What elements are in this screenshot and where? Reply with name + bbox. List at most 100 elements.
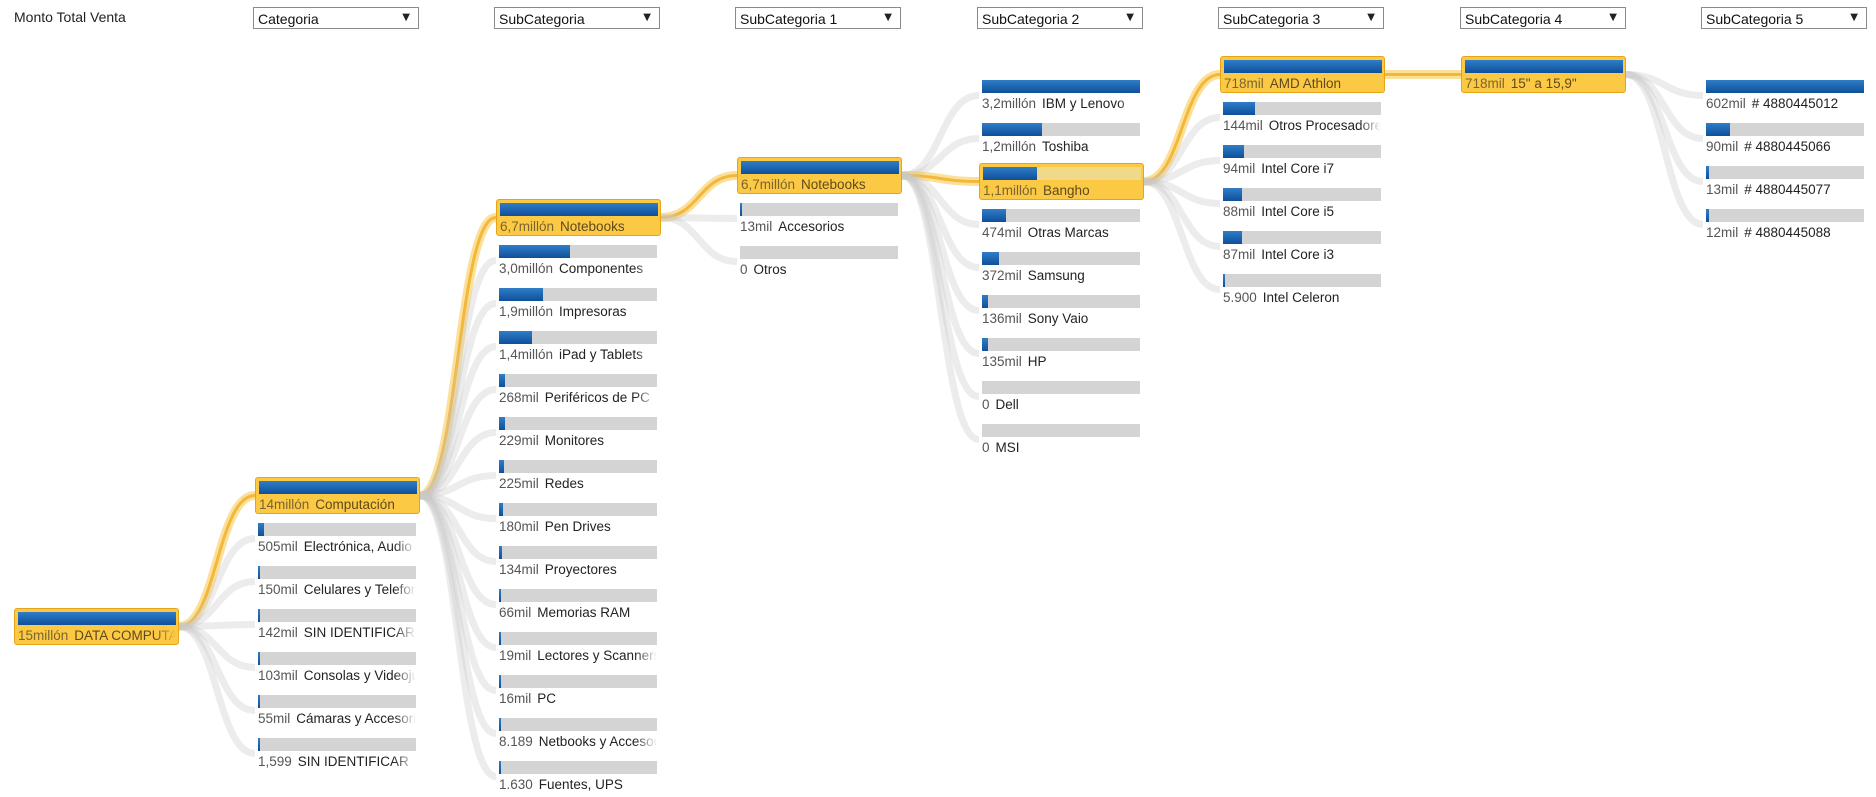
tree-node[interactable]: 1,1millón Bangho [979,163,1144,200]
tree-node[interactable]: 14millón Computación [255,477,420,514]
flow-connector [1143,73,1221,183]
tree-node[interactable]: 144mil Otros Procesadores [1220,99,1385,136]
value-bar [740,203,898,216]
node-label: Notebooks [801,177,866,192]
tree-node[interactable]: 150milCelulares y Telefonía [255,563,420,600]
tree-node[interactable]: 5.900 Intel Celeron [1220,271,1385,308]
value-bar-fill [1223,102,1255,115]
value-bar [1223,188,1381,201]
node-value: 94mil [1223,161,1256,176]
tree-node[interactable]: 268mil Periféricos de PC [496,371,661,408]
tree-node[interactable]: 6,7millón Notebooks [737,157,902,194]
tree-node[interactable]: 0 MSI [979,421,1144,458]
node-label: # 4880445012 [1751,96,1839,111]
tree-node[interactable]: 55milCámaras y Accesorios [255,692,420,729]
tree-node[interactable]: 103milConsolas y Videojuegos [255,649,420,686]
tree-node[interactable]: 718mil AMD Athlon [1220,56,1385,93]
tree-node[interactable]: 66mil Memorias RAM [496,586,661,623]
node-value: 5.900 [1223,290,1257,305]
value-bar-fill [259,481,417,494]
tree-node[interactable]: 90mil # 4880445066 [1703,120,1868,157]
value-bar-fill [258,523,265,536]
subcategoria-2-dropdown[interactable]: SubCategoria 2 ▼ [977,7,1143,29]
tree-node[interactable]: 602mil # 4880445012 [1703,77,1868,114]
node-label: MSI [995,440,1020,455]
tree-node[interactable]: 474mil Otras Marcas [979,206,1144,243]
tree-node[interactable]: 135mil HP [979,335,1144,372]
value-bar-fill [499,503,504,516]
value-bar-fill [499,245,571,258]
tree-node[interactable]: 87mil Intel Core i3 [1220,228,1385,265]
value-bar-fill [1223,231,1242,244]
tree-node[interactable]: 13mil Accesorios [737,200,902,237]
node-label: Intel Celeron [1262,290,1340,305]
node-label: Intel Core i3 [1261,247,1335,262]
node-value: 1,1millón [983,183,1038,198]
tree-node[interactable]: 8.189Netbooks y Accesorios [496,715,661,752]
node-value: 142mil [258,625,298,640]
tree-node[interactable]: 134mil Proyectores [496,543,661,580]
tree-node[interactable]: 16mil PC [496,672,661,709]
chevron-down-icon: ▼ [643,12,651,23]
node-value: 718mil [1224,76,1264,91]
value-bar-fill [258,609,260,622]
subcategoria-5-dropdown[interactable]: SubCategoria 5 ▼ [1701,7,1867,29]
tree-node[interactable]: 180mil Pen Drives [496,500,661,537]
subcategoria-3-dropdown[interactable]: SubCategoria 3 ▼ [1218,7,1384,29]
value-bar-fill [1706,209,1710,222]
tree-node[interactable]: 1,4millón iPad y Tablets [496,328,661,365]
node-label: Componentes [559,261,644,276]
tree-node[interactable]: 1.630 Fuentes, UPS [496,758,661,795]
node-label: PC [537,691,557,706]
value-bar [982,252,1140,265]
node-value: 8.189 [499,734,533,749]
tree-node[interactable]: 229mil Monitores [496,414,661,451]
value-bar [259,481,417,494]
node-value: 1.630 [499,777,533,792]
value-bar [499,761,657,774]
value-bar [1223,102,1381,115]
tree-node[interactable]: 88mil Intel Core i5 [1220,185,1385,222]
tree-node[interactable]: 505mil Electrónica, Audio [255,520,420,557]
node-label: Accesorios [778,219,845,234]
value-bar [499,460,657,473]
tree-node[interactable]: 142mil SIN IDENTIFICAR [255,606,420,643]
subcategoria-4-dropdown[interactable]: SubCategoria 4 ▼ [1460,7,1626,29]
value-bar [258,738,416,751]
tree-node[interactable]: 1,9millón Impresoras [496,285,661,322]
tree-node[interactable]: 1,2millón Toshiba [979,120,1144,157]
value-bar [1706,166,1864,179]
tree-node[interactable]: 372mil Samsung [979,249,1144,286]
subcategoria-dropdown[interactable]: SubCategoria ▼ [494,7,660,29]
value-bar [258,695,416,708]
node-value: 0 [740,262,748,277]
tree-node[interactable]: 3,0millón Componentes [496,242,661,279]
node-label: SIN IDENTIFICAR [297,754,409,769]
categoria-dropdown[interactable]: Categoria ▼ [253,7,419,29]
dropdown-label: SubCategoria 4 [1465,11,1563,27]
value-bar [982,381,1140,394]
value-bar-fill [1223,274,1225,287]
tree-node[interactable]: 718mil 15" a 15,9" [1461,56,1626,93]
value-bar [499,718,657,731]
flow-connector [660,174,738,219]
tree-node[interactable]: 136mil Sony Vaio [979,292,1144,329]
flow-connector [1143,178,1221,293]
tree-node[interactable]: 12mil # 4880445088 [1703,206,1868,243]
tree-node[interactable]: 15millónDATA COMPUTACION [14,608,179,645]
value-bar [499,374,657,387]
tree-node[interactable]: 6,7millón Notebooks [496,199,661,236]
value-bar [982,424,1140,437]
tree-node[interactable]: 1,599 SIN IDENTIFICAR [255,735,420,772]
tree-node[interactable]: 13mil # 4880445077 [1703,163,1868,200]
tree-node[interactable]: 225mil Redes [496,457,661,494]
tree-node[interactable]: 0 Dell [979,378,1144,415]
tree-node[interactable]: 19mil Lectores y Scanners [496,629,661,666]
tree-node[interactable]: 0 Otros [737,243,902,280]
node-label: Intel Core i7 [1261,161,1335,176]
tree-node[interactable]: 94mil Intel Core i7 [1220,142,1385,179]
tree-node[interactable]: 3,2millón IBM y Lenovo [979,77,1144,114]
value-bar-fill [740,203,742,216]
subcategoria-1-dropdown[interactable]: SubCategoria 1 ▼ [735,7,901,29]
node-value: 144mil [1223,118,1263,133]
